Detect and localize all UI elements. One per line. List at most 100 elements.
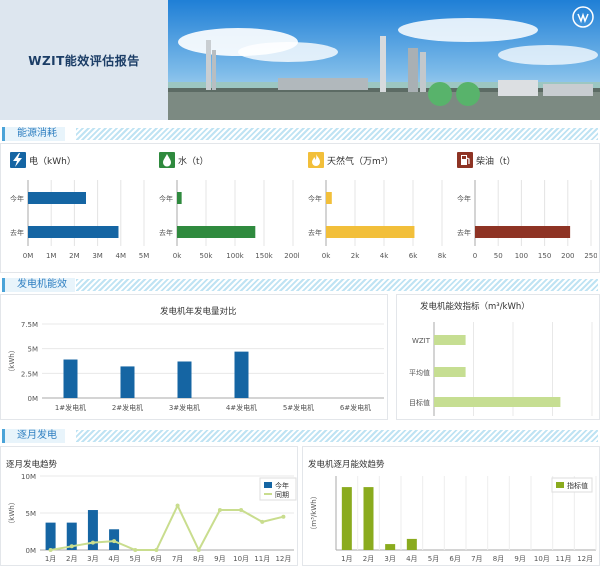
x-tick-label: 0: [473, 252, 477, 260]
energy-chart-water: 0k 50k 100k 150k 200k 今年去年: [159, 180, 299, 260]
efficiency-bar: [434, 367, 466, 377]
month-eff-bar: [341, 487, 352, 550]
prev-period-point: [196, 548, 201, 552]
row-label: 去年: [308, 228, 322, 237]
x-tick-label: 5#发电机: [283, 403, 314, 412]
y-tick-label: 0M: [28, 395, 39, 403]
bar-last-year: [177, 226, 256, 238]
x-tick-label: 11月: [254, 555, 270, 563]
x-tick-label: 9月: [214, 555, 225, 563]
bar-this-year: [326, 192, 332, 204]
x-tick-label: 4月: [406, 555, 417, 563]
page-title: WZIT能效评估报告: [28, 53, 140, 68]
row-label: WZIT: [412, 337, 431, 345]
x-tick-label: 1月: [45, 555, 56, 563]
x-tick-label: 5M: [139, 252, 150, 260]
x-tick-label: 50k: [200, 252, 214, 260]
energy-chart-diesel: 0 50 100 150 200 250 今年去年: [457, 180, 597, 260]
month-eff-bar: [385, 544, 396, 550]
header-title-box: WZIT能效评估报告: [0, 0, 168, 120]
water-drop-icon: [159, 152, 175, 168]
x-tick-label: 11月: [556, 555, 572, 563]
energy-card-title-electric: 电（kWh）: [10, 152, 76, 168]
x-tick-label: 12月: [577, 555, 593, 563]
section-stripe: [76, 128, 598, 140]
energy-card-title-gas: 天然气（万m³）: [308, 152, 393, 168]
x-tick-label: 7月: [471, 555, 482, 563]
monthly-trend-chart: 0M 5M 10M （kWh） 1月 2月 3月 4月 5月 6月 7月 8月 9月 10月 11月 12月 今…: [8, 473, 297, 563]
section-stripe: [76, 279, 598, 291]
section-monthly: 逐月发电: [0, 429, 600, 443]
generator-bar: [177, 361, 192, 398]
generator-eff-title: 发电机能效指标（m³/kWh）: [420, 302, 530, 312]
x-tick-label: 150: [538, 252, 551, 260]
generator-eff-chart: WZIT 平均值目标值: [409, 322, 593, 416]
generator-bar: [63, 359, 78, 398]
y-tick-label: 5M: [28, 346, 39, 354]
prev-period-point: [281, 514, 286, 519]
y-axis-label: （m³/kWh）: [310, 492, 318, 533]
prev-period-line: [50, 503, 284, 553]
prev-period-point: [260, 519, 265, 524]
x-tick-label: 7月: [172, 555, 183, 563]
x-tick-label: 2月: [66, 555, 77, 563]
fuel-pump-icon: [457, 152, 473, 168]
section-energy: 能源消耗: [0, 127, 600, 141]
generator-bar: [234, 351, 249, 398]
x-tick-label: 1#发电机: [55, 403, 86, 412]
bar-last-year: [475, 226, 571, 238]
section-energy-title: 能源消耗: [2, 127, 65, 141]
x-tick-label: 4k: [380, 252, 389, 260]
energy-card-label: 柴油（t）: [476, 156, 516, 167]
x-tick-label: 4M: [116, 252, 127, 260]
x-tick-label: 2M: [69, 252, 80, 260]
x-tick-label: 8k: [438, 252, 447, 260]
bar-last-year: [28, 226, 119, 238]
x-tick-label: 3#发电机: [169, 403, 200, 412]
prev-period-point: [175, 503, 180, 508]
legend-label: 今年: [275, 481, 289, 490]
energy-card-label: 天然气（万m³）: [327, 156, 394, 167]
x-tick-label: 250: [584, 252, 597, 260]
x-tick-label: 100k: [226, 252, 244, 260]
x-tick-label: 0k: [322, 252, 331, 260]
prev-period-point: [90, 540, 95, 545]
x-tick-label: 3月: [384, 555, 395, 563]
x-tick-label: 6#发电机: [340, 403, 371, 412]
section-generator: 发电机能效: [0, 278, 600, 292]
row-label: 去年: [159, 228, 173, 237]
x-tick-label: 10月: [233, 555, 249, 563]
generator-bar: [120, 366, 135, 398]
monthly-eff-chart: （m³/kWh） 1月 2月 3月 4月 5月 6月 7月 8月 9月 10月 11月 12月 指标值: [310, 476, 597, 563]
x-tick-label: 6月: [151, 555, 162, 563]
x-tick-label: 50: [494, 252, 503, 260]
row-label: 去年: [457, 228, 471, 237]
y-axis-label: （kWh）: [8, 346, 16, 375]
monthly-eff-title: 发电机逐月能效趋势: [308, 460, 385, 470]
x-tick-label: 12月: [275, 555, 291, 563]
section-generator-title: 发电机能效: [2, 278, 75, 292]
x-tick-label: 4#发电机: [226, 403, 257, 412]
y-tick-label: 0M: [26, 547, 37, 555]
section-stripe: [76, 430, 598, 442]
row-label: 目标值: [409, 398, 430, 407]
x-tick-label: 3月: [87, 555, 98, 563]
energy-card-label: 水（t）: [178, 156, 209, 167]
legend-swatch: [556, 482, 564, 488]
month-eff-bar: [406, 538, 417, 550]
x-tick-label: 200: [561, 252, 574, 260]
monthly-trend-title: 逐月发电趋势: [6, 460, 58, 470]
y-tick-label: 10M: [21, 473, 36, 481]
x-tick-label: 0M: [23, 252, 34, 260]
flame-icon: [308, 152, 324, 168]
row-label: 今年: [457, 194, 471, 203]
bar-last-year: [326, 226, 415, 238]
generator-output-chart: 0M 2.5M 5M 7.5M （kWh） 1#发电机 2#发电机 3#发电机 4#发电机 5#发…: [8, 321, 384, 412]
x-tick-label: 2k: [351, 252, 360, 260]
x-tick-label: 150k: [255, 252, 273, 260]
x-tick-label: 2#发电机: [112, 403, 143, 412]
prev-period-point: [112, 539, 117, 544]
x-tick-label: 4月: [108, 555, 119, 563]
refinery-photo: [168, 0, 600, 120]
energy-chart-gas: 0k 2k 4k 6k 8k 今年去年: [308, 180, 447, 260]
